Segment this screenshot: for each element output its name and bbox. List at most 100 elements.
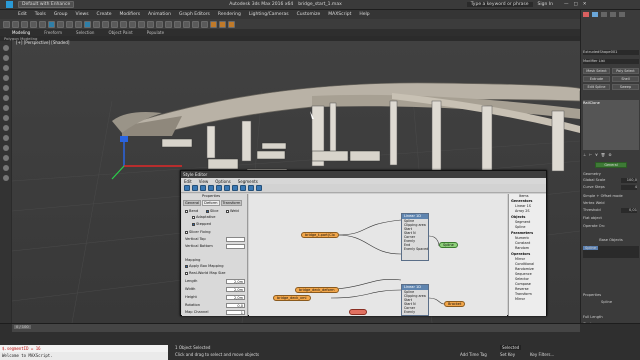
base-object-spline[interactable]: Spline — [583, 246, 599, 250]
item-segment[interactable]: Segment — [515, 220, 530, 224]
item-op-6[interactable]: Compose — [515, 282, 531, 286]
render-icon[interactable] — [228, 20, 235, 28]
style-editor-button[interactable]: General — [595, 162, 627, 168]
modifier-stack[interactable]: RailClone — [583, 100, 639, 150]
display-tab-icon[interactable] — [619, 12, 625, 17]
viewport-label[interactable]: [+] [Perspective] [Shaded] — [16, 40, 70, 45]
tool-icon-9[interactable] — [2, 125, 9, 131]
show-end-icon[interactable]: ⊢ — [589, 153, 592, 159]
modify-tab-icon[interactable] — [592, 12, 598, 17]
sweep-button[interactable]: Sweep — [612, 84, 639, 90]
apply-box-mapping-checkbox[interactable]: Apply Box Mapping — [185, 264, 224, 268]
unique-icon[interactable]: ∀ — [595, 153, 597, 159]
ribbon-tab-populate[interactable]: Populate — [147, 30, 164, 35]
tab-general[interactable]: General — [183, 200, 202, 206]
generators-category[interactable]: Generators — [511, 199, 532, 203]
minimize-icon[interactable]: — — [564, 2, 569, 7]
reference-icon[interactable] — [111, 20, 118, 28]
item-random[interactable]: Random — [515, 246, 529, 250]
tool-icon-6[interactable] — [2, 95, 9, 101]
unlink-icon[interactable] — [30, 20, 37, 28]
curve-editor-icon[interactable] — [183, 20, 190, 28]
node-graph-canvas[interactable]: Linear 1D Spline Clipping area Start Sta… — [249, 194, 507, 316]
new-style-icon[interactable] — [184, 185, 190, 191]
tool-icon-11[interactable] — [2, 145, 9, 151]
refresh-icon[interactable] — [256, 185, 262, 191]
tab-transform[interactable]: Transform — [220, 200, 243, 206]
slicer-fixing-checkbox[interactable]: Slicer Fixing — [185, 230, 211, 234]
poly-select-button[interactable]: Poly Select — [612, 68, 639, 74]
segment-node-xml[interactable]: bridge_deck_xml — [273, 295, 311, 301]
map-channel-field[interactable]: 1 — [226, 310, 245, 315]
item-op-9[interactable]: Mirror — [515, 297, 525, 301]
menu-tools[interactable]: Tools — [35, 12, 46, 17]
remove-modifier-icon[interactable]: 🗑 — [601, 153, 606, 159]
motion-tab-icon[interactable] — [610, 12, 616, 17]
ribbon-tab-object-paint[interactable]: Object Paint — [108, 30, 132, 35]
ribbon-tab-modeling[interactable]: Modeling — [12, 30, 30, 35]
material-editor-icon[interactable] — [201, 20, 208, 28]
ribbon-tab-selection[interactable]: Selection — [76, 30, 94, 35]
region-icon[interactable] — [66, 20, 73, 28]
tool-icon-1[interactable] — [2, 45, 9, 51]
select-icon[interactable] — [48, 20, 55, 28]
sign-in-link[interactable]: Sign In — [538, 2, 553, 7]
tool-icon-13[interactable] — [2, 165, 9, 171]
tool-icon-12[interactable] — [2, 155, 9, 161]
tool-icon-2[interactable] — [2, 55, 9, 61]
menu-help[interactable]: Help — [359, 12, 369, 17]
red-node[interactable] — [349, 309, 367, 315]
weld-checkbox[interactable]: Weld — [226, 209, 239, 213]
threshold-field[interactable]: 0,01 — [621, 208, 637, 213]
item-op-8[interactable]: Transform — [515, 292, 532, 296]
vertical-top-field[interactable] — [226, 237, 245, 242]
maximize-icon[interactable]: □ — [573, 2, 577, 7]
extrude-button[interactable]: Extrude — [583, 76, 610, 82]
linear-node-top[interactable]: Linear 1D Spline Clipping area Start Sta… — [401, 213, 429, 261]
menu-modifiers[interactable]: Modifiers — [120, 12, 141, 17]
adaptative-radio[interactable]: Adaptative — [192, 215, 216, 219]
key-mode-dropdown[interactable]: Selected — [500, 345, 522, 350]
se-menu-segments[interactable]: Segments — [238, 179, 258, 184]
paste-icon[interactable] — [224, 185, 230, 191]
cut-icon[interactable] — [208, 185, 214, 191]
layer-icon[interactable] — [174, 20, 181, 28]
stepped-radio[interactable]: Stepped — [192, 222, 211, 226]
item-op-5[interactable]: Selector — [515, 277, 529, 281]
hierarchy-tab-icon[interactable] — [601, 12, 607, 17]
item-op-3[interactable]: Randomize — [515, 267, 534, 271]
port-evenly[interactable]: Evenly — [402, 310, 428, 314]
time-slider-thumb[interactable]: 0 / 100 — [14, 325, 31, 329]
global-scale-field[interactable]: 100,0 — [621, 178, 637, 183]
save-style-icon[interactable] — [200, 185, 206, 191]
bind-icon[interactable] — [39, 20, 46, 28]
full-length-radio[interactable]: Full Length — [583, 315, 639, 320]
add-time-tag[interactable]: Add Time Tag — [460, 352, 487, 357]
set-key-button[interactable]: Set Key — [500, 352, 515, 357]
snap-icon[interactable] — [129, 20, 136, 28]
app-logo-icon[interactable] — [6, 1, 13, 8]
redo-icon[interactable] — [12, 20, 19, 28]
menu-edit[interactable]: Edit — [18, 12, 27, 17]
width-field[interactable]: 2,0m — [226, 287, 245, 292]
tool-icon-4[interactable] — [2, 75, 9, 81]
render-setup-icon[interactable] — [210, 20, 217, 28]
workspace-dropdown[interactable]: Default with Enhance — [18, 1, 75, 8]
key-filters-button[interactable]: Key Filters... — [530, 352, 554, 357]
tab-deform[interactable]: Deform — [202, 200, 220, 206]
pivot-icon[interactable] — [120, 20, 127, 28]
menu-group[interactable]: Group — [54, 12, 68, 17]
tool-icon-3[interactable] — [2, 65, 9, 71]
spline-output-node[interactable]: Spline — [439, 242, 458, 248]
pin-stack-icon[interactable]: ⊥ — [583, 153, 586, 159]
zoom-icon[interactable] — [240, 185, 246, 191]
mesh-select-button[interactable]: Mesh Select — [583, 68, 610, 74]
angle-snap-icon[interactable] — [138, 20, 145, 28]
mirror-icon[interactable] — [156, 20, 163, 28]
tool-icon-7[interactable] — [2, 105, 9, 111]
tool-icon-5[interactable] — [2, 85, 9, 91]
real-world-map-checkbox[interactable]: Real-World Map Size — [185, 271, 225, 275]
segment-node-tpart[interactable]: bridge_t-part(Clo — [301, 232, 339, 238]
vertex-weld-checkbox[interactable]: Vertex Weld — [583, 201, 639, 206]
object-name-field[interactable]: ExtrudedShape001 — [583, 50, 639, 55]
